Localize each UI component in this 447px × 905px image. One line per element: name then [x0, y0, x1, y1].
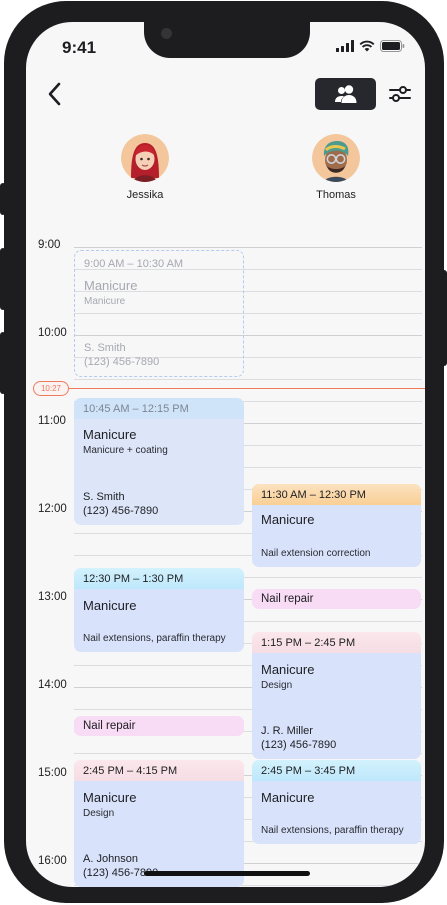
- appointment-card[interactable]: 2:45 PM – 4:15 PM Manicure Design A. Joh…: [74, 760, 244, 887]
- thomas-avatar-icon: [312, 134, 360, 182]
- appointment-card[interactable]: 10:45 AM – 12:15 PM Manicure Manicure + …: [74, 398, 244, 525]
- back-button[interactable]: [42, 80, 66, 108]
- appointment-time: 9:00 AM – 10:30 AM: [84, 257, 184, 270]
- appointment-service: Manicure + coating: [83, 445, 168, 456]
- camera: [161, 28, 172, 39]
- current-time-line: [48, 388, 425, 389]
- battery-icon: [380, 40, 405, 52]
- appointment-service: Design: [261, 680, 293, 691]
- appointment-service: Nail extension correction: [261, 548, 371, 559]
- hour-label: 16:00: [38, 855, 67, 867]
- appointment-title: Manicure: [261, 662, 315, 677]
- client-phone: (123) 456-7890: [84, 356, 160, 368]
- appointment-title: Manicure: [83, 790, 137, 805]
- home-indicator: [144, 871, 310, 876]
- hour-label: 11:00: [38, 415, 66, 427]
- appointment-client: S. Smith (123) 456-7890: [83, 490, 158, 518]
- appointment-client: S. Smith (123) 456-7890: [84, 341, 159, 369]
- appointment-time: 11:30 AM – 12:30 PM: [252, 484, 421, 505]
- notch: [144, 22, 310, 58]
- appointment-card[interactable]: 1:15 PM – 2:45 PM Manicure Design J. R. …: [252, 632, 421, 759]
- hour-label: 15:00: [38, 767, 67, 779]
- hour-gridline: [74, 247, 422, 248]
- appointment-tag[interactable]: Nail repair: [74, 716, 244, 736]
- team-view-button[interactable]: [315, 78, 376, 110]
- hour-label: 10:00: [38, 327, 67, 339]
- appointment-service: Nail extensions, paraffin therapy: [83, 633, 226, 644]
- appointment-card[interactable]: 11:30 AM – 12:30 PM Manicure Nail extens…: [252, 484, 421, 567]
- appointment-time: 10:45 AM – 12:15 PM: [74, 398, 244, 419]
- signal-icon: [336, 40, 354, 52]
- jessika-avatar-icon: [121, 134, 169, 182]
- appointment-time: 12:30 PM – 1:30 PM: [74, 568, 244, 589]
- client-name: S. Smith: [84, 342, 126, 354]
- avatar: [312, 134, 360, 182]
- staff-name: Thomas: [316, 189, 356, 201]
- staff-thomas[interactable]: Thomas: [291, 134, 381, 201]
- filter-button[interactable]: [388, 82, 412, 106]
- appointment-time: 1:15 PM – 2:45 PM: [252, 632, 421, 653]
- client-name: J. R. Miller: [261, 725, 313, 737]
- appointment-card[interactable]: 2:45 PM – 3:45 PM Manicure Nail extensio…: [252, 760, 421, 844]
- users-icon: [334, 85, 356, 103]
- appointment-client: J. R. Miller (123) 456-7890: [261, 724, 336, 752]
- quarter-gridline: [74, 379, 422, 380]
- current-time-badge: 10:27: [33, 381, 69, 396]
- hour-label: 13:00: [38, 591, 67, 603]
- appointment-tag[interactable]: Nail repair: [252, 589, 421, 609]
- client-phone: (123) 456-7890: [83, 505, 159, 517]
- client-phone: (123) 456-7890: [261, 739, 337, 751]
- appointment-title: Manicure: [261, 790, 315, 805]
- appointment-time: 2:45 PM – 4:15 PM: [74, 760, 244, 781]
- sliders-icon: [389, 86, 411, 102]
- appointment-service: Manicure: [84, 296, 126, 307]
- status-icons: [336, 40, 405, 52]
- appointment-title: Manicure: [83, 427, 137, 442]
- chevron-left-icon: [48, 82, 61, 106]
- hour-label: 9:00: [38, 239, 61, 251]
- screen: 9:41 Jessika Thomas 9:00 10:00 11:00 12:…: [26, 22, 425, 887]
- schedule-timeline: 9:00 10:00 11:00 12:00 13:00 14:00 15:00 16:00 …: [26, 239, 425, 887]
- client-name: A. Johnson: [83, 853, 139, 865]
- appointment-service: Nail extensions, paraffin therapy: [261, 825, 404, 836]
- appointment-service: Design: [83, 808, 115, 819]
- appointment-time: 2:45 PM – 3:45 PM: [252, 760, 421, 781]
- appointment-ghost[interactable]: 9:00 AM – 10:30 AM Manicure Manicure S. …: [74, 250, 244, 377]
- status-time: 9:41: [62, 38, 97, 57]
- appointment-title: Manicure: [84, 278, 138, 293]
- appointment-card[interactable]: 12:30 PM – 1:30 PM Manicure Nail extensi…: [74, 568, 244, 652]
- appointment-title: Manicure: [83, 598, 137, 613]
- phone-frame: 9:41 Jessika Thomas 9:00 10:00 11:00 12:…: [4, 1, 444, 903]
- appointment-title: Manicure: [261, 512, 315, 527]
- staff-name: Jessika: [126, 189, 164, 201]
- avatar: [121, 134, 169, 182]
- client-name: S. Smith: [83, 491, 125, 503]
- staff-jessika[interactable]: Jessika: [100, 134, 190, 201]
- hour-label: 12:00: [38, 503, 67, 515]
- hour-label: 14:00: [38, 679, 67, 691]
- wifi-icon: [359, 40, 375, 52]
